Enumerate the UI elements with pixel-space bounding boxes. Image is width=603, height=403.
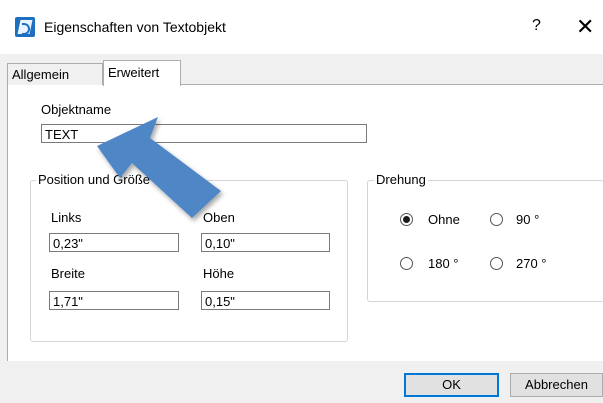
help-button[interactable]: ? — [532, 17, 541, 35]
app-icon — [15, 17, 35, 37]
rotation-caption: Drehung — [374, 172, 428, 187]
top-input[interactable]: 0,10" — [201, 233, 330, 252]
close-button[interactable]: ✕ — [576, 14, 594, 40]
height-label: Höhe — [203, 266, 235, 281]
properties-dialog: Eigenschaften von Textobjekt ? ✕ Allgeme… — [0, 0, 603, 403]
rotation-group — [367, 180, 603, 302]
rotation-none-radio[interactable] — [400, 213, 413, 226]
left-label: Links — [51, 210, 82, 225]
width-label: Breite — [51, 266, 85, 281]
rotation-90-radio[interactable] — [490, 213, 503, 226]
ok-button[interactable]: OK — [404, 373, 499, 397]
button-bar: OK Abbrechen — [0, 361, 603, 403]
rotation-270-radio[interactable] — [490, 257, 503, 270]
rotation-none-label: Ohne — [428, 212, 460, 227]
rotation-270-label: 270 ° — [516, 256, 547, 271]
object-name-input[interactable]: TEXT — [41, 124, 367, 143]
cancel-button[interactable]: Abbrechen — [510, 373, 603, 397]
rotation-90-label: 90 ° — [516, 212, 540, 227]
rotation-180-radio[interactable] — [400, 257, 413, 270]
object-name-label: Objektname — [41, 102, 112, 117]
left-input[interactable]: 0,23" — [49, 233, 179, 252]
height-input[interactable]: 0,15" — [201, 291, 330, 310]
width-input[interactable]: 1,71" — [49, 291, 179, 310]
window-title: Eigenschaften von Textobjekt — [44, 19, 226, 35]
position-size-group — [30, 180, 348, 342]
tab-allgemein[interactable]: Allgemein — [7, 63, 103, 85]
position-size-caption: Position und Größe — [36, 172, 153, 187]
rotation-180-label: 180 ° — [428, 256, 459, 271]
tab-erweitert[interactable]: Erweitert — [103, 60, 181, 86]
top-label: Oben — [203, 210, 235, 225]
title-bar: Eigenschaften von Textobjekt ? ✕ — [0, 0, 603, 54]
